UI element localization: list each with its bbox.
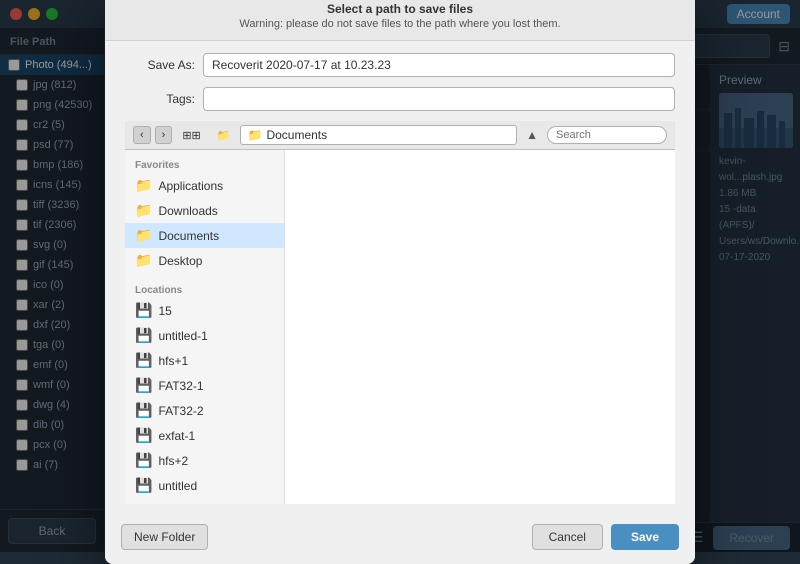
disk-icon: 💾 [135,302,152,319]
locations-item-label: hfs+2 [158,454,188,468]
locations-item-label: FAT32-1 [158,379,203,393]
locations-item-label: untitled [158,479,197,493]
modal-header: Select a path to save files Warning: ple… [105,0,695,41]
file-browser-container: ‹ › ⊞⊞ 📁 📁 Documents ▲ Favorite [125,121,675,504]
fb-back-btn[interactable]: ‹ [133,126,151,144]
locations-item-5[interactable]: 💾 exfat-1 [125,423,284,448]
cancel-button[interactable]: Cancel [532,524,603,550]
disk-icon: 💾 [135,327,152,344]
modal-overlay: Select a path to save files Warning: ple… [0,0,800,552]
favorites-item-label: Desktop [158,254,202,268]
favorites-item-3[interactable]: 📁 Desktop [125,248,284,273]
modal-footer: New Folder Cancel Save [105,516,695,564]
new-folder-button[interactable]: New Folder [121,524,208,550]
favorites-item-label: Downloads [158,204,217,218]
locations-item-0[interactable]: 💾 15 [125,298,284,323]
save-as-label: Save As: [125,58,195,72]
locations-item-label: hfs+1 [158,354,188,368]
disk-icon: 💾 [135,352,152,369]
favorites-item-1[interactable]: 📁 Downloads [125,198,284,223]
favorites-item-label: Documents [158,229,219,243]
fb-toolbar: ‹ › ⊞⊞ 📁 📁 Documents ▲ [125,121,675,150]
save-as-input[interactable] [203,53,675,77]
disk-icon: 💾 [135,402,152,419]
fb-folder-btn[interactable]: 📁 [211,126,237,145]
fb-icon-view-btn[interactable]: ⊞⊞ [176,126,206,145]
locations-item-label: untitled-1 [158,329,207,343]
fb-main [285,150,675,504]
locations-item-6[interactable]: 💾 hfs+2 [125,448,284,473]
locations-item-7[interactable]: 💾 untitled [125,473,284,498]
favorites-item-label: Applications [158,179,223,193]
fb-path-folder-icon: 📁 [247,128,262,142]
save-dialog: Select a path to save files Warning: ple… [105,0,695,564]
fb-up-btn[interactable]: ▲ [521,125,543,145]
fb-location: 📁 Documents ▲ [240,125,543,145]
locations-item-1[interactable]: 💾 untitled-1 [125,323,284,348]
fb-path-box: 📁 Documents [240,125,517,145]
tags-input[interactable] [203,87,675,111]
modal-form: Save As: Tags: ‹ › ⊞⊞ 📁 📁 [105,41,695,516]
locations-item-3[interactable]: 💾 FAT32-1 [125,373,284,398]
modal-title: Select a path to save files [121,2,679,16]
locations-item-4[interactable]: 💾 FAT32-2 [125,398,284,423]
modal-warning: Warning: please do not save files to the… [121,18,679,30]
fb-body: Favorites 📁 Applications 📁 Downloads 📁 Documen… [125,150,675,504]
locations-section-label: Locations [125,281,284,298]
fb-search-input[interactable] [547,126,667,144]
locations-item-label: exfat-1 [158,429,195,443]
modal-actions: Cancel Save [532,524,679,550]
folder-icon: 📁 [135,202,152,219]
tags-row: Tags: [125,87,675,111]
locations-item-2[interactable]: 💾 hfs+1 [125,348,284,373]
favorites-section-label: Favorites [125,156,284,173]
save-as-row: Save As: [125,53,675,77]
tags-label: Tags: [125,92,195,106]
folder-icon: 📁 [135,177,152,194]
locations-item-label: FAT32-2 [158,404,203,418]
disk-icon: 💾 [135,377,152,394]
folder-icon: 📁 [135,227,152,244]
disk-icon: 💾 [135,452,152,469]
disk-icon: 💾 [135,427,152,444]
locations-item-label: 15 [158,304,171,318]
save-button[interactable]: Save [611,524,679,550]
fb-sidebar: Favorites 📁 Applications 📁 Downloads 📁 Documen… [125,150,285,504]
favorites-item-2[interactable]: 📁 Documents [125,223,284,248]
fb-forward-btn[interactable]: › [155,126,173,144]
folder-icon: 📁 [135,252,152,269]
favorites-item-0[interactable]: 📁 Applications [125,173,284,198]
fb-path-label: Documents [266,128,327,142]
disk-icon: 💾 [135,477,152,494]
